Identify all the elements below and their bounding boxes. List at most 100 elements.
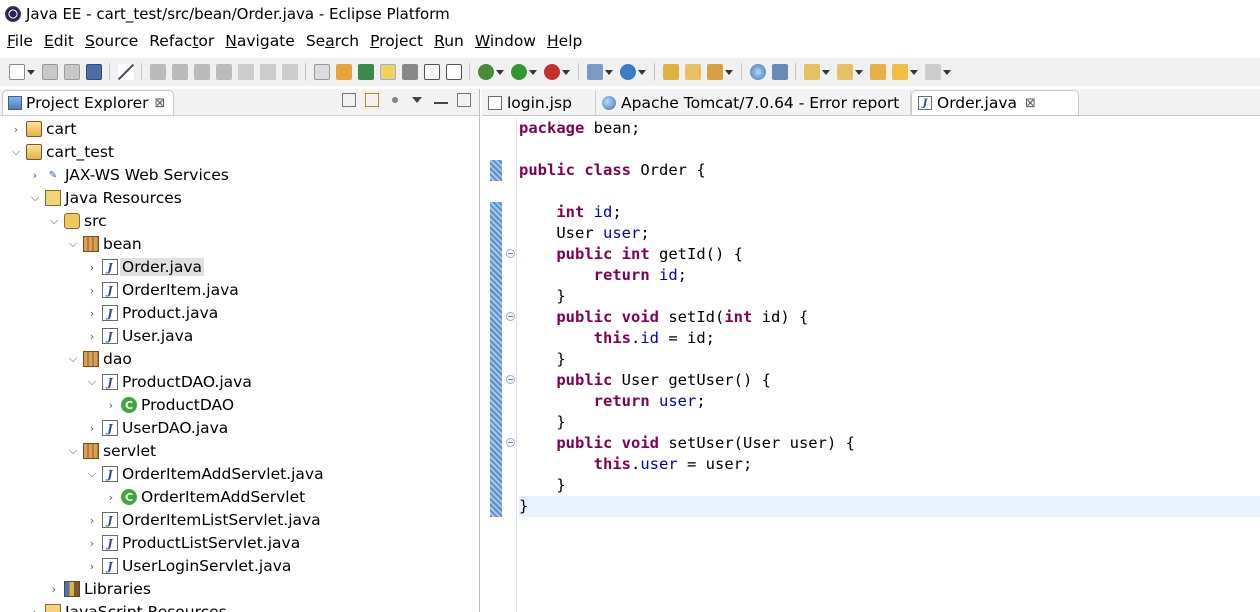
run-dropdown-icon[interactable]: [529, 64, 537, 80]
fold-collapse-icon[interactable]: [506, 375, 515, 384]
chevron-down-icon[interactable]: ⌵: [67, 352, 79, 365]
menu-item[interactable]: Window: [475, 32, 536, 50]
chevron-right-icon[interactable]: ›: [86, 330, 98, 343]
chevron-right-icon[interactable]: ›: [86, 422, 98, 435]
web-browser-icon[interactable]: [750, 64, 766, 80]
open-project-icon[interactable]: [663, 64, 679, 80]
fold-collapse-icon[interactable]: [506, 249, 515, 258]
menu-item[interactable]: Edit: [44, 32, 74, 50]
save-icon[interactable]: [42, 64, 58, 80]
suspend-icon[interactable]: [172, 64, 188, 80]
tree-item[interactable]: › ✎ JAX-WS Web Services: [0, 164, 479, 186]
new-server-icon[interactable]: [587, 64, 603, 80]
tree-item[interactable]: › J User.java: [0, 325, 479, 347]
tree-item[interactable]: ⌵ dao: [0, 348, 479, 370]
minimize-icon[interactable]: [434, 96, 448, 104]
tree-item[interactable]: › Libraries: [0, 578, 479, 600]
new-server-dropdown-icon[interactable]: [605, 64, 613, 80]
chevron-right-icon[interactable]: ›: [86, 307, 98, 320]
step-return-icon[interactable]: [282, 64, 298, 80]
tree-item[interactable]: › C OrderItemAddServlet: [0, 486, 479, 508]
external-tools-icon[interactable]: [544, 64, 560, 80]
fold-collapse-icon[interactable]: [506, 438, 515, 447]
tree-item[interactable]: › J UserDAO.java: [0, 417, 479, 439]
menu-item[interactable]: Run: [434, 32, 464, 50]
menu-item[interactable]: Search: [306, 32, 359, 50]
chevron-right-icon[interactable]: ›: [86, 284, 98, 297]
save-all-icon[interactable]: [64, 64, 80, 80]
open-type-icon[interactable]: [336, 64, 352, 80]
tree-item[interactable]: › cart: [0, 118, 479, 140]
step-over-icon[interactable]: [260, 64, 276, 80]
tree-item[interactable]: › J UserLoginServlet.java: [0, 555, 479, 577]
new-dropdown-icon[interactable]: [27, 64, 35, 80]
tree-item[interactable]: ⌵ J ProductDAO.java: [0, 371, 479, 393]
open-folder-icon[interactable]: [685, 64, 701, 80]
link-with-editor-icon[interactable]: [365, 93, 379, 107]
search-icon[interactable]: [707, 64, 723, 80]
disconnect-icon[interactable]: [216, 64, 232, 80]
chevron-down-icon[interactable]: ⌵: [86, 467, 98, 480]
new-java-class-icon[interactable]: [620, 64, 636, 80]
tree-item[interactable]: ⌵ src: [0, 210, 479, 232]
close-icon[interactable]: ⊠: [155, 96, 166, 111]
previous-annotation-dropdown-icon[interactable]: [855, 64, 863, 80]
chevron-right-icon[interactable]: ›: [105, 399, 117, 412]
tree-item[interactable]: ⌵ J OrderItemAddServlet.java: [0, 463, 479, 485]
view-menu-icon[interactable]: [411, 93, 425, 107]
chevron-down-icon[interactable]: ⌵: [67, 444, 79, 457]
resume-icon[interactable]: [150, 64, 166, 80]
tree-item[interactable]: ⌵ servlet: [0, 440, 479, 462]
toggle-block-selection-icon[interactable]: [402, 64, 418, 80]
last-edit-location-icon[interactable]: [870, 64, 886, 80]
fold-collapse-icon[interactable]: [506, 312, 515, 321]
next-annotation-icon[interactable]: [804, 64, 820, 80]
terminate-icon[interactable]: [194, 64, 210, 80]
menu-item[interactable]: File: [7, 32, 33, 50]
menu-item[interactable]: Source: [85, 32, 138, 50]
menu-item[interactable]: Refactor: [149, 32, 214, 50]
chevron-right-icon[interactable]: ›: [48, 583, 60, 596]
menu-item[interactable]: Project: [370, 32, 423, 50]
debug-icon[interactable]: [478, 64, 494, 80]
forward-dropdown-icon[interactable]: [943, 64, 951, 80]
tree-item[interactable]: › J ProductListServlet.java: [0, 532, 479, 554]
close-icon[interactable]: ⊠: [1025, 96, 1036, 111]
chevron-right-icon[interactable]: ›: [86, 514, 98, 527]
tree-item[interactable]: › J OrderItem.java: [0, 279, 479, 301]
filters-icon[interactable]: [388, 93, 402, 107]
editor-tab[interactable]: J Order.java ⊠: [911, 90, 1079, 115]
tree-item[interactable]: › J Order.java: [0, 256, 479, 278]
search-dropdown-icon[interactable]: [725, 64, 733, 80]
chevron-down-icon[interactable]: ⌵: [86, 375, 98, 388]
show-whitespace-icon[interactable]: [424, 64, 440, 80]
next-annotation-dropdown-icon[interactable]: [822, 64, 830, 80]
forward-icon[interactable]: [925, 64, 941, 80]
menu-item[interactable]: Navigate: [225, 32, 295, 50]
chevron-down-icon[interactable]: ⌵: [10, 145, 22, 158]
debug-dropdown-icon[interactable]: [496, 64, 504, 80]
chevron-right-icon[interactable]: ›: [86, 537, 98, 550]
paragraph-icon[interactable]: [446, 64, 462, 80]
tree-item[interactable]: ⌵ Java Resources: [0, 187, 479, 209]
tree-item[interactable]: › JavaScript Resources: [0, 601, 479, 612]
project-explorer-tab[interactable]: Project Explorer ⊠: [2, 90, 174, 115]
previous-annotation-icon[interactable]: [837, 64, 853, 80]
run-icon[interactable]: [511, 64, 527, 80]
chevron-down-icon[interactable]: ⌵: [29, 191, 41, 204]
editor-tab[interactable]: login.jsp: [482, 91, 596, 115]
step-into-icon[interactable]: [238, 64, 254, 80]
open-task-icon[interactable]: [358, 64, 374, 80]
chevron-down-icon[interactable]: ⌵: [48, 214, 60, 227]
new-icon[interactable]: [9, 64, 25, 80]
chevron-down-icon[interactable]: ⌵: [67, 237, 79, 250]
editor-tab[interactable]: Apache Tomcat/7.0.64 - Error report: [596, 91, 911, 115]
toggle-mark-occurrences-icon[interactable]: [380, 64, 396, 80]
menu-item[interactable]: Help: [547, 32, 582, 50]
back-icon[interactable]: [892, 64, 908, 80]
tree-item[interactable]: › C ProductDAO: [0, 394, 479, 416]
tree-item[interactable]: ⌵ bean: [0, 233, 479, 255]
chevron-right-icon[interactable]: ›: [105, 491, 117, 504]
skip-breakpoints-icon[interactable]: [118, 64, 134, 80]
chevron-right-icon[interactable]: ›: [86, 560, 98, 573]
